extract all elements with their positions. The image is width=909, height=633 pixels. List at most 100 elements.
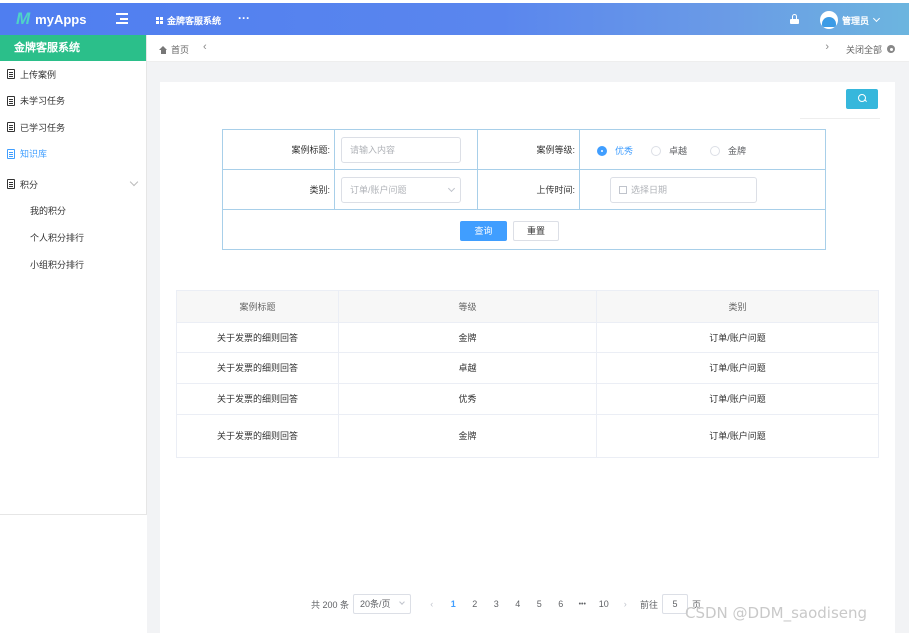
home-icon: [159, 45, 167, 54]
sidebar-item-unlearned-tasks[interactable]: 未学习任务: [0, 88, 146, 115]
case-title-cell: 请输入内容: [335, 130, 478, 170]
sidebar-item-label: 积分: [20, 179, 39, 190]
user-menu[interactable]: 管理员: [820, 11, 881, 29]
cell-level: 优秀: [339, 384, 597, 414]
cell-title: 关于发票的细则回答: [177, 323, 339, 352]
next-page-button[interactable]: ›: [615, 599, 637, 609]
radio-icon: [710, 145, 720, 156]
chevron-left-icon[interactable]: ‹: [203, 41, 207, 53]
filter-row: 类别: 订单/账户问题 上传时间: 选择日期: [223, 170, 825, 210]
logo-mark-icon: M: [16, 9, 30, 28]
search-toggle-button[interactable]: [846, 89, 878, 109]
tabs-bar: 首页 ‹ › 关闭全部: [147, 35, 909, 62]
sidebar-item-label: 知识库: [20, 149, 48, 160]
sidebar-subitem-personal-ranking[interactable]: 个人积分排行: [0, 225, 146, 252]
upload-time-cell: 选择日期: [580, 170, 825, 210]
pagination-total: 共 200 条: [311, 599, 350, 610]
page-size-value: 20条/页: [360, 599, 391, 609]
sidebar-item-upload-case[interactable]: 上传案例: [0, 61, 146, 88]
cell-category: 订单/账户问题: [709, 394, 766, 404]
table-header-row: 案例标题 等级 类别: [177, 291, 878, 323]
cell-level: 金牌: [339, 323, 597, 352]
sidebar-item-label: 未学习任务: [20, 96, 66, 107]
document-icon: [7, 179, 15, 190]
page-number[interactable]: 5: [529, 599, 551, 609]
page-ellipsis[interactable]: •••: [572, 601, 594, 608]
prev-page-button[interactable]: ‹: [421, 599, 443, 609]
gear-icon[interactable]: [887, 45, 895, 53]
page-size-select[interactable]: 20条/页: [353, 594, 412, 614]
table-row[interactable]: 关于发票的细则回答 金牌 订单/账户问题: [177, 323, 878, 353]
case-title-input[interactable]: 请输入内容: [341, 137, 461, 163]
cell-level: 卓越: [339, 353, 597, 383]
column-header-level[interactable]: 等级: [339, 291, 597, 322]
page-number[interactable]: 1: [443, 599, 465, 609]
lock-icon[interactable]: [790, 14, 799, 24]
close-all-tabs-button[interactable]: 关闭全部: [846, 43, 882, 56]
sidebar-item-knowledge-base[interactable]: 知识库: [0, 141, 146, 168]
reset-button[interactable]: 重置: [513, 221, 559, 241]
search-button[interactable]: 查询: [460, 221, 507, 241]
document-icon: [7, 69, 15, 80]
avatar: [820, 11, 838, 29]
column-header-category[interactable]: 类别: [597, 291, 878, 322]
level-radio-gold[interactable]: 金牌: [710, 144, 746, 157]
radio-icon: [651, 145, 661, 156]
chevron-down-icon: [447, 184, 456, 193]
sidebar: 金牌客服系统 上传案例 未学习任务 已学习任务 知识库 积分 我的积分 个人积分…: [0, 35, 147, 515]
sidebar-item-points[interactable]: 积分: [0, 171, 146, 198]
level-radio-outstanding[interactable]: 卓越: [651, 144, 687, 157]
page-number[interactable]: 3: [486, 599, 508, 609]
cell-title: 关于发票的细则回答: [177, 384, 339, 414]
cell-title: 关于发票的细则回答: [177, 353, 339, 383]
cell-category: 订单/账户问题: [709, 431, 766, 441]
cell-level: 金牌: [339, 415, 597, 457]
date-placeholder: 选择日期: [631, 185, 668, 195]
table-row[interactable]: 关于发票的细则回答 优秀 订单/账户问题: [177, 384, 878, 415]
document-icon: [7, 122, 15, 133]
user-name: 管理员: [842, 15, 870, 26]
sidebar-subitem-my-points[interactable]: 我的积分: [0, 198, 146, 225]
sidebar-subitem-group-ranking[interactable]: 小组积分排行: [0, 252, 146, 279]
document-icon: [7, 148, 15, 159]
case-level-radio-group: 优秀 卓越 金牌: [580, 130, 825, 170]
tab-home[interactable]: 首页: [159, 43, 189, 56]
chevron-right-icon[interactable]: ›: [825, 41, 829, 53]
case-table: 案例标题 等级 类别 关于发票的细则回答 金牌 订单/账户问题 关于发票的细则回…: [176, 290, 879, 458]
app-name: myApps: [35, 11, 87, 27]
sidebar-title: 金牌客服系统: [0, 35, 146, 61]
tab-home-label: 首页: [171, 45, 190, 55]
sidebar-item-label: 已学习任务: [20, 122, 66, 133]
filter-form: 案例标题: 请输入内容 案例等级: 优秀 卓越 金牌 类别: 订单/账户问题 上…: [222, 129, 826, 250]
page-number[interactable]: 2: [464, 599, 486, 609]
cell-category: 订单/账户问题: [709, 333, 766, 343]
more-menu-button[interactable]: ···: [238, 11, 250, 25]
goto-label: 前往: [640, 599, 659, 610]
menu-toggle-icon[interactable]: [116, 13, 128, 24]
chevron-down-icon: [129, 177, 139, 187]
radio-label: 卓越: [669, 146, 688, 156]
document-icon: [7, 95, 15, 106]
system-menu-link[interactable]: 金牌客服系统: [156, 14, 221, 27]
date-picker-input[interactable]: 选择日期: [610, 177, 757, 203]
sidebar-item-learned-tasks[interactable]: 已学习任务: [0, 114, 146, 141]
chevron-down-icon: [872, 14, 881, 23]
level-radio-excellent[interactable]: 优秀: [597, 144, 633, 157]
app-logo[interactable]: M myApps: [16, 9, 86, 29]
table-row[interactable]: 关于发票的细则回答 卓越 订单/账户问题: [177, 353, 878, 384]
column-header-title[interactable]: 案例标题: [177, 291, 339, 322]
divider: [800, 118, 880, 119]
filter-row: 案例标题: 请输入内容 案例等级: 优秀 卓越 金牌: [223, 130, 825, 170]
category-cell: 订单/账户问题: [335, 170, 478, 210]
system-name: 金牌客服系统: [167, 16, 222, 26]
radio-label: 优秀: [615, 146, 634, 156]
table-row[interactable]: 关于发票的细则回答 金牌 订单/账户问题: [177, 415, 878, 457]
upload-time-label: 上传时间:: [478, 170, 580, 210]
page-number[interactable]: 6: [550, 599, 572, 609]
page-number[interactable]: 4: [507, 599, 529, 609]
radio-label: 金牌: [728, 146, 747, 156]
radio-icon: [597, 145, 607, 156]
page-number[interactable]: 10: [593, 599, 615, 609]
cell-category: 订单/账户问题: [709, 363, 766, 373]
category-select[interactable]: 订单/账户问题: [341, 177, 461, 203]
